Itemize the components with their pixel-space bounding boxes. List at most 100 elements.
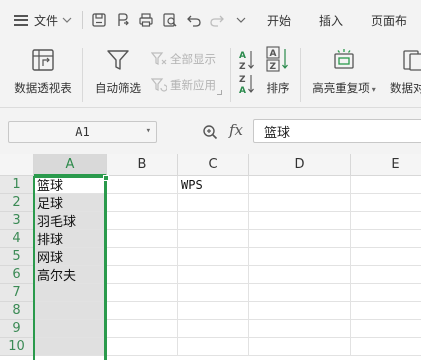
data-compare-button[interactable]: 数据对 <box>388 40 421 108</box>
svg-text:A: A <box>239 86 246 96</box>
sort-label: 排序 <box>266 81 290 95</box>
column-header-a[interactable]: A <box>34 154 107 176</box>
autofilter-button[interactable]: 自动筛选 <box>90 40 146 108</box>
cell-a6[interactable]: 高尔夫 <box>34 266 107 284</box>
cell-d8[interactable] <box>249 302 351 320</box>
cell-c9[interactable] <box>178 320 249 338</box>
cell-d6[interactable] <box>249 266 351 284</box>
file-menu-button[interactable]: 文件 <box>0 0 78 40</box>
cell-d7[interactable] <box>249 284 351 302</box>
cell-e3[interactable] <box>351 212 421 230</box>
cell-e10[interactable] <box>351 338 421 356</box>
save-icon[interactable] <box>87 0 111 40</box>
cell-e1[interactable] <box>351 176 421 194</box>
customize-dropdown-icon[interactable] <box>229 0 253 40</box>
cell-e5[interactable] <box>351 248 421 266</box>
cell-b2[interactable] <box>107 194 178 212</box>
cell-c3[interactable] <box>178 212 249 230</box>
row-header-9[interactable]: 9 <box>0 320 34 338</box>
cell-b9[interactable] <box>107 320 178 338</box>
row-header-3[interactable]: 3 <box>0 212 34 230</box>
cell-a4[interactable]: 排球 <box>34 230 107 248</box>
spreadsheet-grid[interactable]: A B C D E 1 篮球 WPS 2 足球 3 羽毛球 4 排球 5 网球 6 高尔夫 7 8 9 10 <box>0 154 421 360</box>
cell-b1[interactable] <box>107 176 178 194</box>
show-all-button[interactable]: 全部显示 <box>151 51 216 67</box>
cell-e9[interactable] <box>351 320 421 338</box>
cell-b4[interactable] <box>107 230 178 248</box>
cell-c4[interactable] <box>178 230 249 248</box>
cell-c1[interactable]: WPS <box>178 176 249 194</box>
tab-insert[interactable]: 插入 <box>305 0 357 40</box>
cell-b7[interactable] <box>107 284 178 302</box>
cell-a7[interactable] <box>34 284 107 302</box>
column-header-d[interactable]: D <box>249 154 351 176</box>
tab-page-layout[interactable]: 页面布 <box>357 0 421 40</box>
row-header-10[interactable]: 10 <box>0 338 34 356</box>
column-header-c[interactable]: C <box>178 154 249 176</box>
cell-d5[interactable] <box>249 248 351 266</box>
cell-a3[interactable]: 羽毛球 <box>34 212 107 230</box>
cell-e4[interactable] <box>351 230 421 248</box>
cell-c2[interactable] <box>178 194 249 212</box>
dropdown-arrow-icon: ▾ <box>371 85 376 94</box>
cell-e2[interactable] <box>351 194 421 212</box>
cell-d4[interactable] <box>249 230 351 248</box>
column-header-b[interactable]: B <box>107 154 178 176</box>
cell-d1[interactable] <box>249 176 351 194</box>
cell-a2[interactable]: 足球 <box>34 194 107 212</box>
cell-c5[interactable] <box>178 248 249 266</box>
tab-home[interactable]: 开始 <box>253 0 305 40</box>
cell-b8[interactable] <box>107 302 178 320</box>
cell-b5[interactable] <box>107 248 178 266</box>
cell-e8[interactable] <box>351 302 421 320</box>
print-preview-icon[interactable] <box>158 0 182 40</box>
row-header-1[interactable]: 1 <box>0 176 34 194</box>
row-header-4[interactable]: 4 <box>0 230 34 248</box>
row-header-5[interactable]: 5 <box>0 248 34 266</box>
chevron-down-icon[interactable]: ▾ <box>146 126 151 136</box>
print-icon[interactable] <box>134 0 158 40</box>
reapply-button[interactable]: 重新应用 <box>151 77 216 93</box>
name-box[interactable]: A1 ▾ <box>8 121 157 143</box>
cell-b10[interactable] <box>107 338 178 356</box>
column-header-e[interactable]: E <box>351 154 421 176</box>
sort-descending-icon[interactable]: ZA <box>238 72 256 96</box>
cell-e6[interactable] <box>351 266 421 284</box>
cell-c8[interactable] <box>178 302 249 320</box>
show-all-label: 全部显示 <box>170 52 216 66</box>
cell-a1[interactable]: 篮球 <box>34 176 107 194</box>
cell-a5[interactable]: 网球 <box>34 248 107 266</box>
export-icon[interactable] <box>111 0 135 40</box>
cell-a10[interactable] <box>34 338 107 356</box>
cell-d3[interactable] <box>249 212 351 230</box>
cell-e7[interactable] <box>351 284 421 302</box>
cell-c6[interactable] <box>178 266 249 284</box>
cell-c10[interactable] <box>178 338 249 356</box>
filter-group-launcher-icon[interactable] <box>217 90 222 95</box>
cell-b3[interactable] <box>107 212 178 230</box>
cell-d10[interactable] <box>249 338 351 356</box>
fill-handle[interactable] <box>103 175 109 181</box>
cell-d9[interactable] <box>249 320 351 338</box>
row-header-8[interactable]: 8 <box>0 302 34 320</box>
cell-b6[interactable] <box>107 266 178 284</box>
zoom-search-icon[interactable] <box>202 124 218 143</box>
cell-d2[interactable] <box>249 194 351 212</box>
row-header-2[interactable]: 2 <box>0 194 34 212</box>
select-all-corner[interactable] <box>0 154 34 176</box>
pivot-table-button[interactable]: 数据透视表 <box>10 40 76 108</box>
formula-input[interactable]: 篮球 <box>253 119 421 143</box>
highlight-duplicates-button[interactable]: 高亮重复项 ▾ <box>306 40 382 108</box>
filter-clear-icon <box>151 52 167 65</box>
row-header-6[interactable]: 6 <box>0 266 34 284</box>
undo-icon[interactable] <box>182 0 206 40</box>
cell-a8[interactable] <box>34 302 107 320</box>
sort-button[interactable]: AZ 排序 <box>262 40 294 108</box>
redo-icon[interactable] <box>206 0 230 40</box>
cell-c7[interactable] <box>178 284 249 302</box>
cell-a9[interactable] <box>34 320 107 338</box>
sort-ascending-icon[interactable]: AZ <box>238 48 256 72</box>
autofilter-label: 自动筛选 <box>95 81 141 95</box>
insert-function-button[interactable]: fx <box>229 121 243 139</box>
row-header-7[interactable]: 7 <box>0 284 34 302</box>
